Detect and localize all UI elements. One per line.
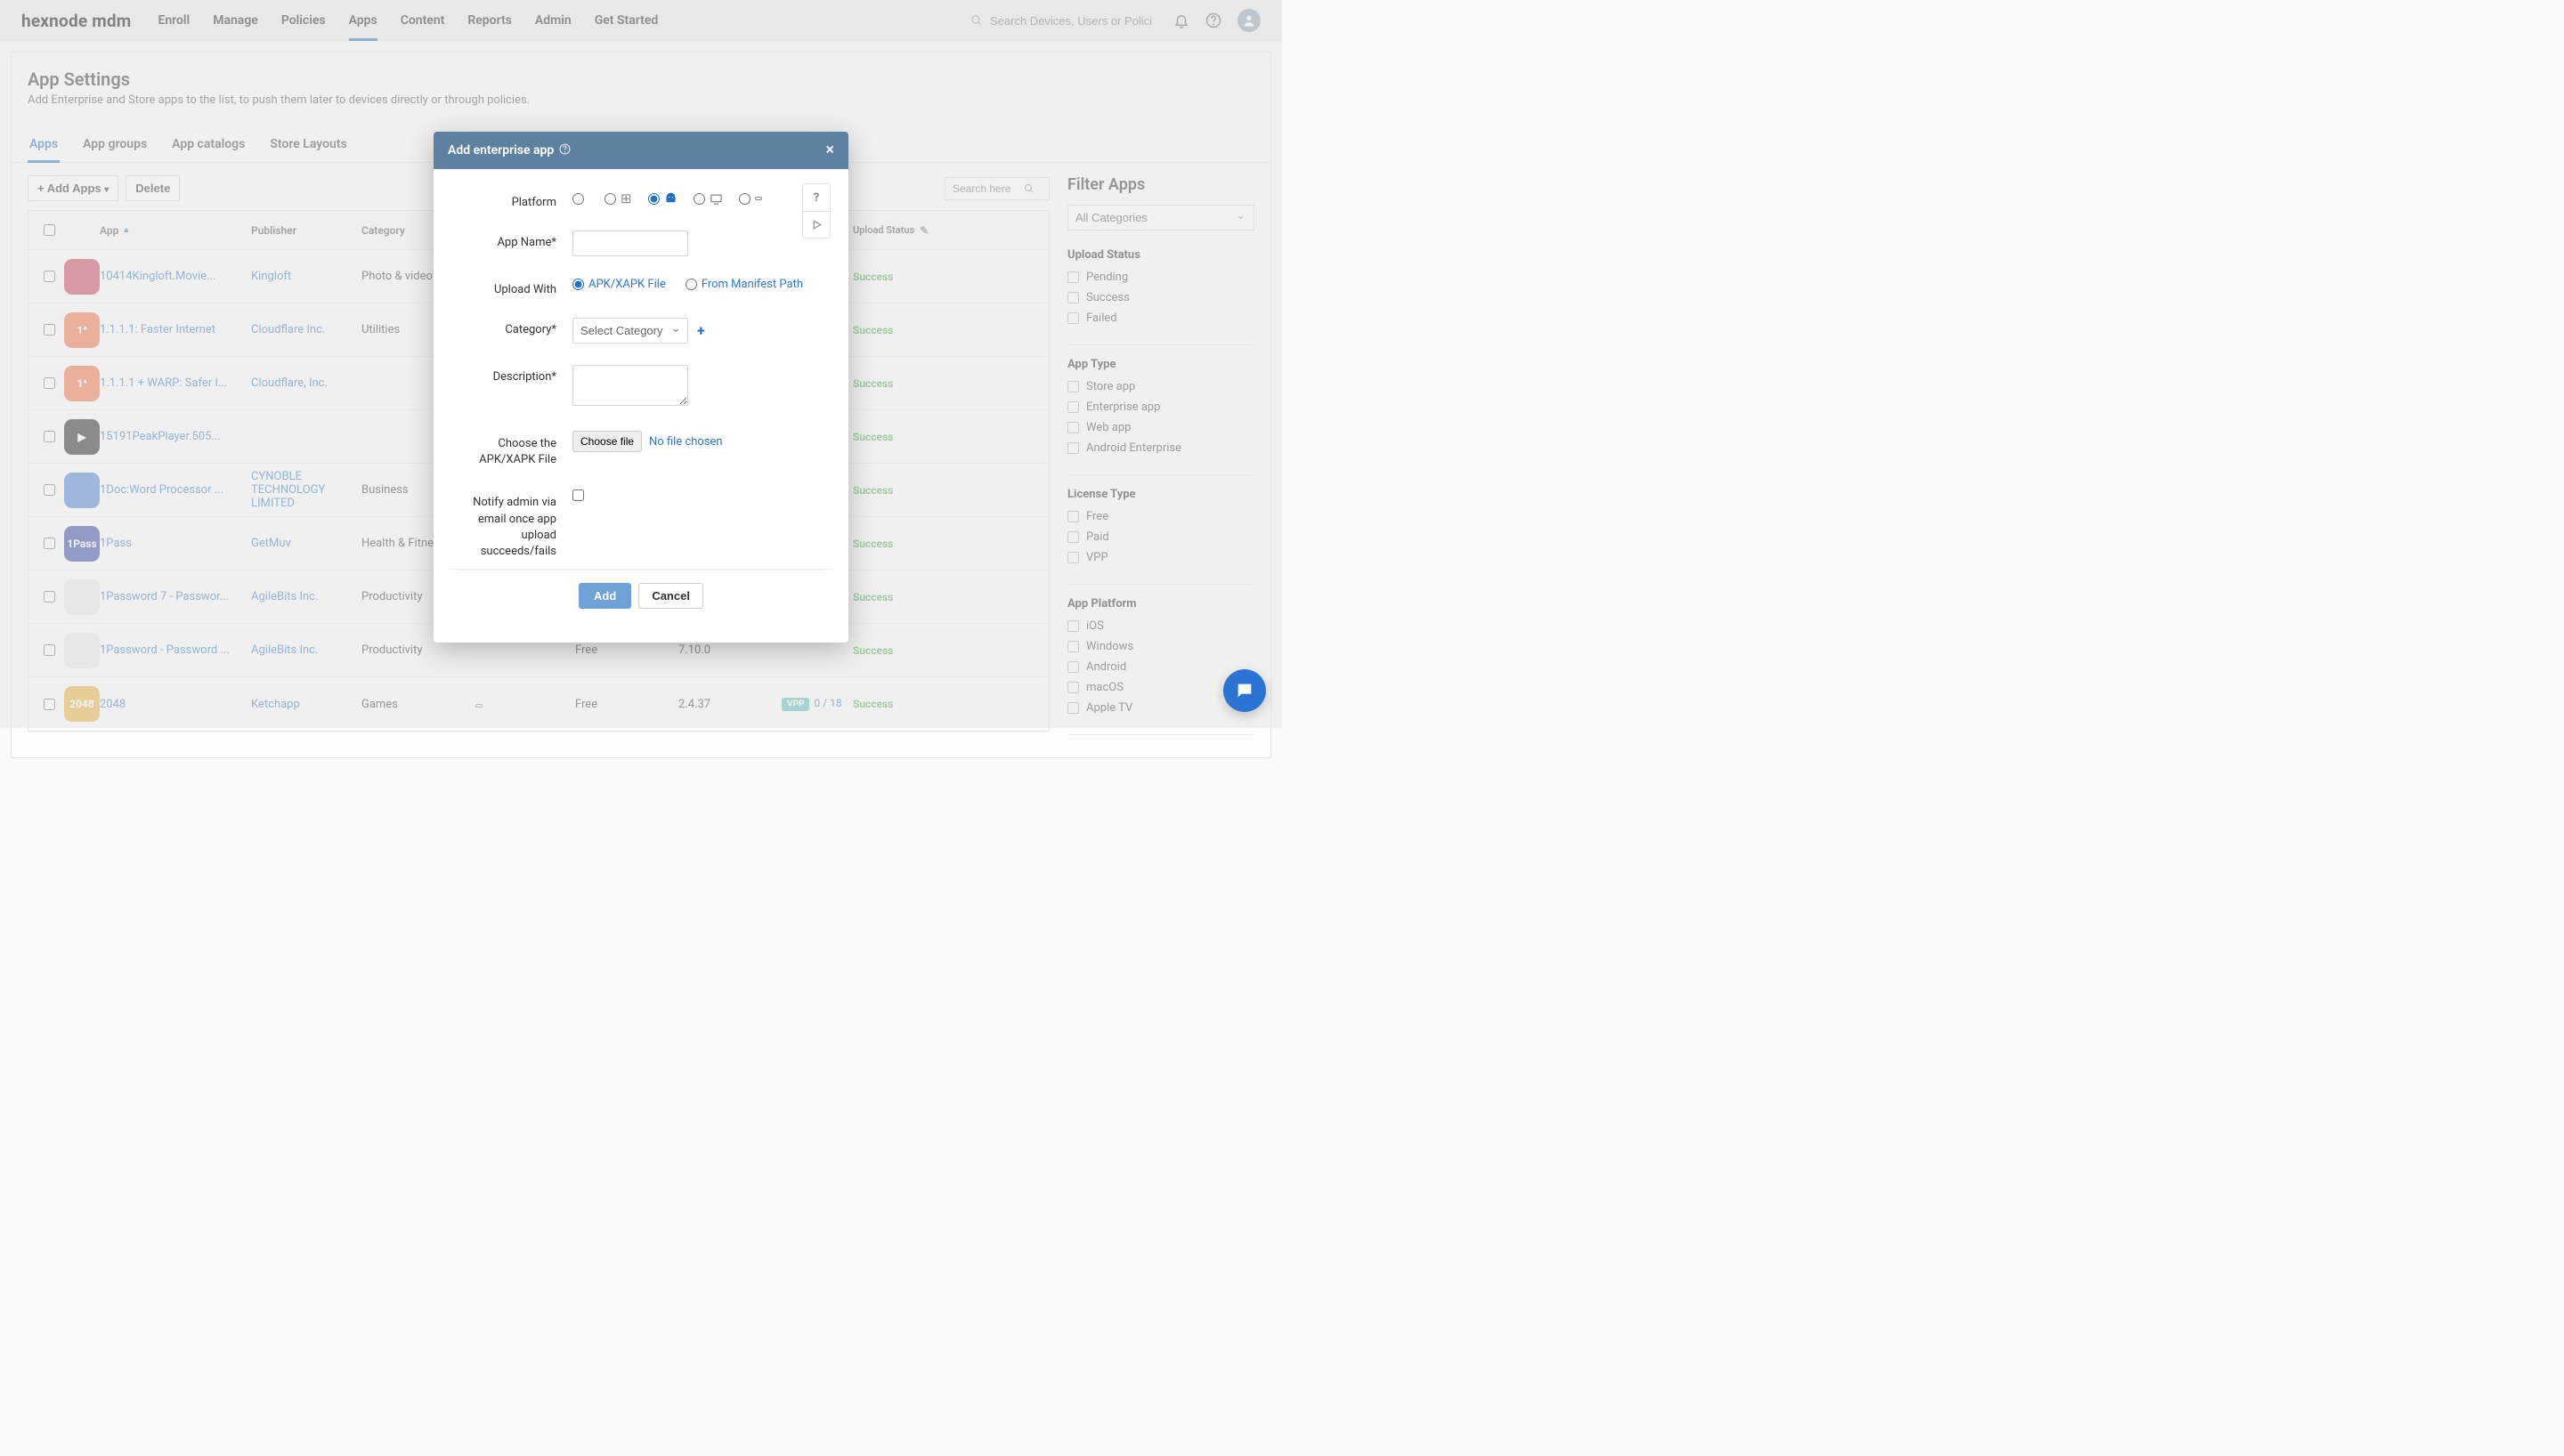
add-button[interactable]: Add	[579, 583, 631, 609]
platform-radio-ios[interactable]	[572, 193, 588, 205]
modal-help-icon[interactable]	[559, 143, 571, 158]
upload-apk-radio[interactable]: APK/XAPK File	[572, 278, 666, 291]
description-input[interactable]	[572, 365, 688, 406]
label-choose-file: Choose the APK/XAPK File	[458, 431, 572, 468]
category-select[interactable]: Select Category	[572, 318, 688, 344]
choose-file-button[interactable]: Choose file	[572, 431, 642, 452]
label-app-name: App Name*	[458, 231, 572, 249]
platform-radio-windows[interactable]: ⊞	[604, 190, 632, 206]
label-description: Description*	[458, 365, 572, 384]
platform-radio-android[interactable]	[648, 192, 678, 206]
chat-fab[interactable]	[1223, 669, 1266, 712]
close-icon[interactable]: ×	[825, 142, 834, 158]
app-name-input[interactable]	[572, 231, 688, 256]
side-video-icon[interactable]	[803, 211, 830, 238]
modal-title: Add enterprise app	[448, 143, 554, 158]
label-category: Category*	[458, 318, 572, 336]
file-status-text: No file chosen	[649, 435, 723, 449]
label-upload-with: Upload With	[458, 278, 572, 296]
modal-overlay: Add enterprise app × ? Platform ⊞	[0, 0, 1282, 728]
label-notify: Notify admin via email once app upload s…	[458, 489, 572, 560]
cancel-button[interactable]: Cancel	[638, 583, 703, 609]
label-platform: Platform	[458, 190, 572, 209]
modal-side-help: ?	[802, 183, 831, 239]
notify-checkbox[interactable]	[572, 489, 584, 501]
add-enterprise-app-modal: Add enterprise app × ? Platform ⊞	[434, 132, 848, 643]
platform-radio-appletv[interactable]	[739, 193, 762, 205]
platform-radio-macos[interactable]	[694, 192, 723, 206]
add-category-icon[interactable]: +	[697, 322, 705, 339]
side-help-icon[interactable]: ?	[803, 184, 830, 211]
upload-manifest-radio[interactable]: From Manifest Path	[686, 278, 803, 291]
